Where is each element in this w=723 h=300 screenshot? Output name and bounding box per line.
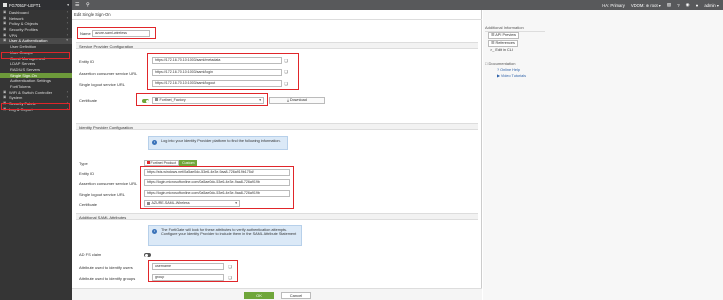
sp-entity-id-label: Entity ID (79, 59, 95, 64)
video-icon: ▶ (497, 74, 500, 78)
user-authentication-icon: ▣ (3, 38, 7, 43)
idp-section-header: Identity Provider Configuration (76, 123, 478, 130)
download-button[interactable]: ⤓ Download (269, 96, 325, 104)
idp-entity-id-label: Entity ID (79, 170, 95, 176)
video-tutorials-link[interactable]: ▶Video Tutorials (497, 73, 526, 78)
list-icon: ☰ (491, 41, 495, 45)
device-brand: FG7051F-LEFT1 ▾ (0, 0, 72, 10)
search-icon[interactable]: ⚲ (86, 2, 90, 8)
idp-info-box: i Log into your Identity Provider platfo… (148, 136, 288, 150)
documentation-label: Documentation (488, 61, 516, 66)
idp-sso-url-label: Assertion consumer service URL (79, 181, 138, 186)
attr-group-label: Attribute used to identify groups (79, 276, 136, 281)
ad-fs-claim-label: AD FS claim (79, 252, 102, 257)
references-label: References (495, 41, 515, 45)
highlight-sp-certificate (136, 93, 268, 106)
sidebar-item-label: RADIUS Servers (10, 66, 41, 72)
top-bar: FG7051F-LEFT1 ▾ ☰ ⚲ HA: Primary VDOM: ⊕ … (0, 0, 723, 10)
saml-info-box: i The FortiGate will look for these attr… (148, 224, 302, 246)
online-help-link[interactable]: ?Online Help (497, 68, 520, 72)
sidebar-item-label: User & Authentication (9, 38, 48, 44)
download-label: Download (289, 97, 307, 102)
book-icon: □ (485, 61, 488, 66)
main-panel: Edit Single Sign-On Name azure-saml-wire… (72, 10, 482, 300)
idp-info-text: Log into your Identity Provider platform… (161, 139, 281, 143)
top-status: HA: Primary VDOM: ⊕ root ▾ ▧ ? ◉ ● admin… (602, 0, 719, 10)
edit-in-cli-button[interactable]: >_ Edit in CLI (488, 48, 515, 55)
device-name: FG7051F-LEFT1 (9, 2, 41, 8)
highlight-user-auth (1, 52, 70, 59)
references-button[interactable]: ☰ References (488, 40, 518, 47)
highlight-name (77, 26, 156, 39)
additional-info-heading: Additional Information (485, 25, 524, 30)
idp-type-label: Type (79, 161, 88, 166)
help-icon[interactable]: ? (677, 3, 680, 8)
sidebar-item-label: LDAP Servers (10, 61, 36, 67)
info-icon: i (152, 140, 157, 145)
sp-slo-url-label: Single logout service URL (79, 82, 126, 87)
divider (72, 19, 482, 20)
saml-info-text: The FortiGate will look for these attrib… (161, 227, 297, 237)
video-tutorials-label: Video Tutorials (500, 74, 526, 78)
help-icon: ? (497, 68, 500, 72)
type-fortinet-option[interactable]: Fortinet Product (144, 159, 180, 166)
chevron-down-icon: ▾ (66, 38, 68, 43)
sp-certificate-label: Certificate (79, 98, 98, 103)
cancel-button[interactable]: Cancel (281, 291, 311, 299)
info-panel: Additional Information ☰ API Preview ☰ R… (483, 10, 723, 300)
online-help-label: Online Help (500, 68, 520, 72)
sp-section-header: Service Provider Configuration (76, 42, 478, 49)
idp-certificate-label: Certificate (79, 202, 98, 207)
ok-button[interactable]: OK (244, 291, 274, 299)
api-preview-label: API Preview (495, 33, 516, 37)
highlight-sp-urls (147, 53, 299, 90)
page-title: Edit Single Sign-On (74, 12, 111, 17)
chevron-down-icon[interactable]: ▾ (67, 3, 69, 7)
sidebar-item-label: Authentication Settings (10, 78, 51, 84)
user-icon[interactable]: ● (696, 3, 699, 8)
notifications-icon[interactable]: ◉ (686, 2, 690, 8)
type-custom-option[interactable]: Custom (179, 159, 198, 166)
sidebar-item-user-authentication[interactable]: ▣ User & Authentication ▾ (0, 38, 72, 45)
highlight-saml-attributes (148, 260, 238, 282)
documentation-heading: □ Documentation (485, 61, 515, 66)
edit-in-cli-label: Edit in CLI (495, 48, 513, 52)
code-icon: ☰ (491, 33, 495, 37)
saml-section-header: Additional SAML Attributes (76, 213, 478, 220)
download-icon: ⤓ (287, 97, 289, 102)
highlight-idp-fields (140, 166, 294, 209)
api-preview-button[interactable]: ☰ API Preview (488, 32, 519, 39)
ha-status: HA: Primary (602, 2, 625, 8)
form-actions: OK Cancel (72, 288, 482, 300)
sp-acs-url-label: Assertion consumer service URL (79, 70, 138, 76)
highlight-single-sign-on (1, 103, 70, 110)
idp-slo-url-label: Single logout service URL (79, 191, 126, 197)
cli-icon[interactable]: ▧ (667, 2, 671, 8)
fortinet-logo-icon (3, 3, 7, 7)
ad-fs-claim-toggle[interactable] (144, 253, 151, 257)
idp-type-toggle[interactable]: Fortinet Product Custom (144, 159, 198, 166)
vdom-selector[interactable]: VDOM: ⊕ root ▾ (631, 3, 661, 8)
attr-user-label: Attribute used to identify users (79, 265, 133, 270)
info-icon: i (152, 228, 157, 234)
terminal-icon: >_ (490, 48, 495, 52)
sidebar-item-label: FortiTokens (10, 83, 31, 89)
menu-icon[interactable]: ☰ (75, 2, 80, 8)
sidebar-item-label: Single Sign-On (10, 72, 37, 78)
sidebar-item-label: User Definition (10, 44, 37, 50)
admin-menu[interactable]: admin ▾ (704, 3, 719, 8)
